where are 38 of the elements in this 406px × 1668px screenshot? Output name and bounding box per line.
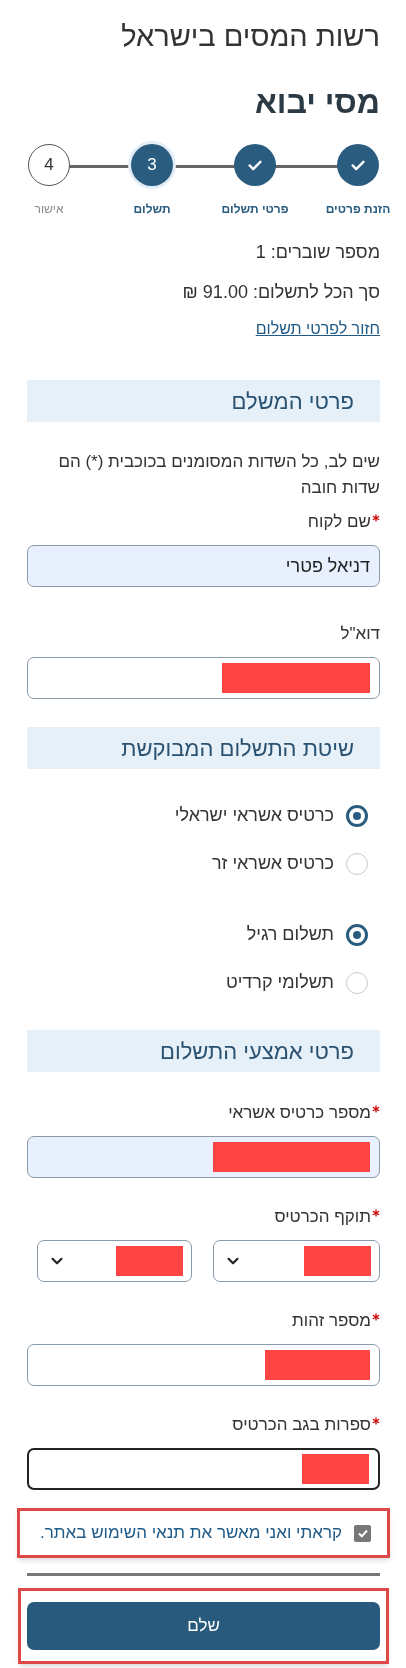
radio-label: כרטיס אשראי זר — [211, 852, 334, 875]
field-label: דוא"ל — [340, 623, 380, 645]
step-label: אישור — [34, 201, 64, 218]
page-title: מסי יבוא — [253, 83, 380, 122]
select-dropdown[interactable] — [213, 1240, 380, 1282]
input-field[interactable] — [27, 657, 380, 699]
input-field[interactable] — [27, 1448, 380, 1490]
pay-button[interactable]: שלם — [27, 1602, 380, 1650]
field-label: ספרות בגב הכרטיס — [232, 1414, 371, 1436]
radio-label: כרטיס אשראי ישראלי — [174, 804, 334, 827]
step-label: הזנת פרטים — [325, 201, 391, 218]
section-header: שיטת התשלום המבוקשת — [27, 727, 380, 769]
voucher-count: מספר שוברים: 1 — [254, 241, 380, 264]
chevron-down-icon — [50, 1256, 64, 1266]
step-label: פרטי תשלום — [221, 201, 289, 218]
checkbox[interactable] — [354, 1524, 371, 1542]
radio-label: תשלומי קרדיט — [225, 971, 334, 994]
input-field[interactable]: דניאל פטרי — [27, 545, 380, 587]
input-field[interactable] — [27, 1344, 380, 1386]
step-label: תשלום — [133, 201, 171, 218]
section-header: פרטי המשלם — [27, 380, 380, 422]
radio-button[interactable] — [346, 923, 368, 946]
field-label: שם לקוח — [307, 511, 371, 533]
back-link[interactable]: חזור לפרטי תשלום — [255, 318, 380, 340]
required-notice: שים לב, כל השדות המסומנים בכוכבית (*) הם שדות חובה — [57, 451, 380, 499]
section-header: פרטי אמצעי התשלום — [27, 1030, 380, 1072]
field-label: מספר זהות — [292, 1310, 371, 1332]
select-dropdown[interactable] — [37, 1240, 192, 1282]
check-icon — [356, 1527, 369, 1539]
radio-label: תשלום רגיל — [246, 923, 334, 946]
radio-button[interactable] — [346, 804, 368, 827]
field-label: תוקף הכרטיס — [274, 1206, 371, 1228]
total-amount: סך הכל לתשלום: 91.00 ₪ — [181, 281, 380, 304]
input-field[interactable] — [27, 1136, 380, 1178]
chevron-down-icon — [226, 1256, 240, 1266]
field-label: מספר כרטיס אשראי — [228, 1102, 371, 1124]
site-title: רשות המסים בישראל — [120, 19, 380, 54]
terms-label: קראתי ואני מאשר את תנאי השימוש באתר. — [40, 1522, 342, 1545]
